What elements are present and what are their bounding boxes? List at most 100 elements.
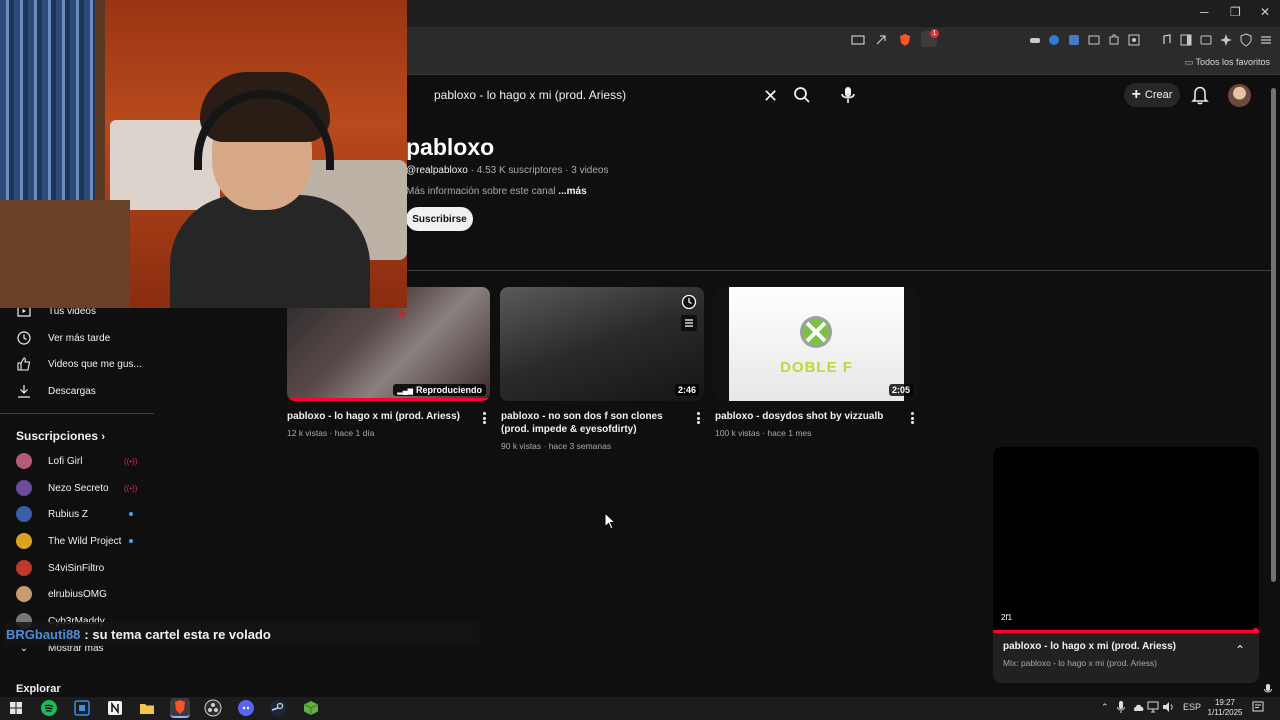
menu-icon[interactable] bbox=[1259, 33, 1273, 47]
channel-handle: @realpabloxo bbox=[406, 165, 468, 176]
subscription-name: Lofi Girl bbox=[48, 455, 83, 467]
brave-browser-taskbar-button[interactable] bbox=[170, 698, 190, 718]
video-title-3[interactable]: pabloxo - dosydos shot by vizzualb bbox=[715, 410, 900, 423]
puzzle-extensions-icon[interactable] bbox=[1107, 33, 1121, 47]
tray-mic-icon[interactable] bbox=[1116, 700, 1126, 714]
subscriptions-header[interactable]: Suscripciones › bbox=[16, 429, 105, 443]
search-query: pabloxo - lo hago x mi (prod. Ariess) bbox=[434, 88, 627, 102]
clock-date: 1/11/2025 bbox=[1207, 708, 1243, 717]
notifications-bell-icon[interactable] bbox=[1191, 85, 1209, 105]
wallet-icon[interactable] bbox=[1199, 33, 1213, 47]
subscription-item[interactable]: Nezo Secreto bbox=[16, 478, 109, 498]
create-button[interactable]: + Crear bbox=[1124, 83, 1180, 107]
spotify-icon[interactable] bbox=[40, 699, 58, 717]
live-indicator-icon: ((•)) bbox=[124, 457, 138, 466]
new-content-dot bbox=[129, 539, 133, 543]
taskbar-clock[interactable]: 19:27 1/11/2025 bbox=[1200, 698, 1250, 718]
tray-network-icon[interactable] bbox=[1147, 701, 1159, 713]
chevron-up-icon[interactable]: ⌃ bbox=[1235, 643, 1245, 657]
video-menu-icon-3[interactable] bbox=[910, 411, 914, 425]
equalizer-icon: ▂▄▆ bbox=[397, 388, 413, 395]
leo-ai-icon[interactable] bbox=[1219, 33, 1233, 47]
add-to-queue-icon[interactable] bbox=[681, 315, 697, 331]
video-thumbnail-3[interactable]: DOBLE F 2:05 bbox=[714, 287, 918, 401]
channel-stats: · 4.53 K suscriptores · 3 videos bbox=[467, 165, 609, 176]
mouse-cursor-icon bbox=[604, 512, 616, 530]
miniplayer[interactable]: 2f1 pabloxo - lo hago x mi (prod. Ariess… bbox=[993, 447, 1259, 683]
brave-rewards-icon[interactable]: 1 bbox=[921, 29, 939, 47]
translate-extension-icon[interactable] bbox=[1067, 33, 1081, 47]
video-title-1[interactable]: pabloxo - lo hago x mi (prod. Ariess) bbox=[287, 410, 472, 423]
bookmarks-folder[interactable]: Todos los favoritos bbox=[1185, 57, 1270, 68]
brave-shields-icon[interactable] bbox=[898, 33, 912, 47]
picture-extension-icon[interactable] bbox=[1087, 33, 1101, 47]
music-icon[interactable] bbox=[1159, 33, 1173, 47]
screenshot-icon[interactable] bbox=[1127, 33, 1141, 47]
tray-volume-icon[interactable] bbox=[1162, 701, 1174, 713]
subscription-item[interactable]: elrubiusOMG bbox=[16, 584, 107, 604]
sidebar-item-watch-later[interactable]: Ver más tarde bbox=[0, 327, 150, 349]
search-icon[interactable] bbox=[793, 86, 811, 104]
subscription-item[interactable]: The Wild Project bbox=[16, 531, 121, 551]
video-title-2[interactable]: pabloxo - no son dos f son clones (prod.… bbox=[501, 410, 686, 436]
channel-more-info[interactable]: Más información sobre este canal ...más bbox=[406, 186, 587, 197]
maximize-button[interactable]: ❐ bbox=[1230, 5, 1241, 19]
channel-avatar bbox=[16, 453, 32, 469]
watch-later-icon[interactable] bbox=[681, 294, 697, 310]
notion-icon[interactable] bbox=[106, 699, 124, 717]
file-explorer-icon[interactable] bbox=[138, 699, 156, 717]
share-icon[interactable] bbox=[874, 33, 888, 47]
chat-text: : su tema cartel esta re volado bbox=[84, 626, 271, 642]
more-link[interactable]: ...más bbox=[558, 186, 586, 197]
account-avatar[interactable] bbox=[1228, 84, 1251, 107]
minecraft-icon[interactable] bbox=[302, 699, 320, 717]
microphone-icon[interactable] bbox=[838, 84, 858, 106]
steam-icon[interactable] bbox=[269, 699, 287, 717]
person-shirt bbox=[170, 195, 370, 308]
windows-start-icon[interactable] bbox=[7, 699, 25, 717]
notifications-center-icon[interactable] bbox=[1252, 701, 1264, 713]
now-playing-label: Reproduciendo bbox=[415, 385, 482, 395]
subscription-item[interactable]: Rubius Z bbox=[16, 504, 88, 524]
clear-search-icon[interactable]: ✕ bbox=[763, 86, 778, 107]
tray-overflow-icon[interactable]: ⌃ bbox=[1101, 702, 1109, 713]
tray-cloud-icon[interactable] bbox=[1132, 702, 1144, 712]
mic-status-icon bbox=[1264, 684, 1272, 693]
video-menu-icon-2[interactable] bbox=[696, 411, 700, 425]
close-window-button[interactable]: ✕ bbox=[1260, 5, 1270, 19]
snipping-tool-icon[interactable] bbox=[73, 699, 91, 717]
plus-icon: + bbox=[1131, 86, 1141, 103]
rewards-badge: 1 bbox=[930, 29, 939, 38]
create-label: Crear bbox=[1144, 89, 1173, 101]
video-meta-1: 12 k vistas · hace 1 día bbox=[287, 428, 375, 438]
sidebar-toggle-icon[interactable] bbox=[1179, 33, 1193, 47]
section-divider bbox=[406, 270, 1272, 271]
video-menu-icon-1[interactable] bbox=[482, 411, 486, 425]
cast-icon[interactable] bbox=[851, 33, 865, 47]
sidebar-item-label: Descargas bbox=[48, 385, 96, 397]
channel-avatar bbox=[16, 506, 32, 522]
sidebar-item-downloads[interactable]: Descargas bbox=[0, 380, 150, 402]
gamepad-extension-icon[interactable] bbox=[1028, 33, 1042, 47]
video-meta-2: 90 k vistas · hace 3 semanas bbox=[501, 441, 612, 451]
video-meta-3: 100 k vistas · hace 1 mes bbox=[715, 428, 812, 438]
channel-avatar bbox=[16, 586, 32, 602]
subscribe-button[interactable]: Suscribirse bbox=[406, 207, 473, 231]
language-indicator[interactable]: ESP bbox=[1183, 702, 1201, 712]
miniplayer-subtitle: Mix: pabloxo - lo hago x mi (prod. Aries… bbox=[1003, 658, 1158, 668]
channel-avatar bbox=[16, 480, 32, 496]
subscription-item[interactable]: S4viSinFiltro bbox=[16, 558, 104, 578]
blue-circle-extension-icon[interactable] bbox=[1047, 33, 1061, 47]
window-blinds bbox=[0, 0, 95, 230]
miniplayer-title[interactable]: pabloxo - lo hago x mi (prod. Ariess) bbox=[1003, 641, 1176, 652]
discord-icon[interactable] bbox=[237, 699, 255, 717]
webcam-overlay bbox=[0, 0, 407, 308]
sidebar-item-liked-videos[interactable]: Videos que me gus... bbox=[0, 353, 150, 375]
vpn-shield-icon[interactable] bbox=[1239, 33, 1253, 47]
page-scrollbar[interactable] bbox=[1271, 88, 1276, 582]
video-thumbnail-2[interactable]: 2:46 bbox=[500, 287, 704, 401]
obs-icon[interactable] bbox=[204, 699, 222, 717]
search-input[interactable]: pabloxo - lo hago x mi (prod. Ariess) bbox=[424, 82, 786, 108]
minimize-button[interactable]: ─ bbox=[1200, 5, 1209, 19]
subscription-item[interactable]: Lofi Girl bbox=[16, 451, 82, 471]
